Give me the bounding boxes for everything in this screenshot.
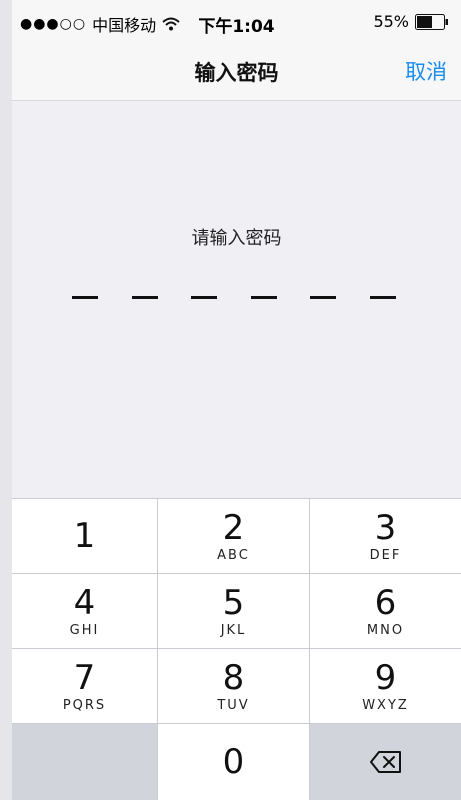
key-letters: DEF	[369, 547, 402, 563]
background-page-edge	[0, 0, 12, 800]
passcode-slot	[191, 296, 217, 299]
passcode-screen: ●●●○○ 中国移动 下午1:04 55% 输入密码 取消 请输入密码 1 2 AB…	[12, 0, 461, 800]
key-1[interactable]: 1	[12, 499, 157, 573]
passcode-prompt: 请输入密码	[191, 228, 282, 249]
passcode-slot	[131, 296, 158, 299]
key-digit: 0	[222, 742, 245, 782]
backspace-icon	[369, 751, 401, 773]
key-digit: 9	[374, 657, 397, 698]
key-4[interactable]: 4 GHI	[12, 574, 157, 648]
key-letters: MNO	[366, 622, 405, 638]
key-8[interactable]: 8 TUV	[158, 649, 309, 723]
key-7[interactable]: 7 PQRS	[12, 649, 157, 723]
status-bar: ●●●○○ 中国移动 下午1:04 55%	[12, 0, 461, 40]
page-title: 输入密码	[194, 61, 279, 85]
key-digit: 7	[73, 657, 96, 698]
key-letters: PQRS	[62, 697, 107, 713]
keypad-blank	[12, 724, 157, 800]
key-letters: GHI	[69, 622, 100, 638]
passcode-slot	[369, 296, 396, 299]
key-digit: 5	[222, 582, 245, 623]
key-letters: WXYZ	[362, 697, 409, 713]
key-3[interactable]: 3 DEF	[310, 499, 461, 573]
passcode-slot	[72, 296, 98, 299]
status-right: 55%	[373, 12, 449, 31]
cancel-button[interactable]: 取消	[405, 56, 447, 86]
passcode-slot	[250, 296, 277, 299]
key-0[interactable]: 0	[158, 724, 309, 800]
key-5[interactable]: 5 JKL	[158, 574, 309, 648]
passcode-slot	[310, 296, 336, 299]
key-digit: 8	[222, 657, 245, 698]
passcode-slots	[12, 296, 461, 300]
navigation-bar: 输入密码 取消	[12, 40, 461, 101]
key-digit: 3	[374, 507, 397, 548]
delete-key[interactable]	[310, 724, 461, 800]
key-letters: JKL	[220, 622, 247, 638]
key-digit: 2	[222, 507, 245, 548]
battery-percent: 55%	[373, 12, 409, 31]
battery-icon	[415, 13, 448, 30]
key-9[interactable]: 9 WXYZ	[310, 649, 461, 723]
key-digit: 1	[73, 516, 96, 556]
key-digit: 6	[374, 582, 397, 623]
numeric-keypad: 1 2 ABC 3 DEF 4 GHI 5 JKL 6 MNO 7 PQRS 8 TUV 9 WXYZ 0	[12, 498, 461, 800]
key-6[interactable]: 6 MNO	[310, 574, 461, 648]
key-digit: 4	[73, 582, 96, 623]
key-letters: ABC	[217, 547, 250, 563]
key-2[interactable]: 2 ABC	[158, 499, 309, 573]
key-letters: TUV	[217, 697, 250, 713]
